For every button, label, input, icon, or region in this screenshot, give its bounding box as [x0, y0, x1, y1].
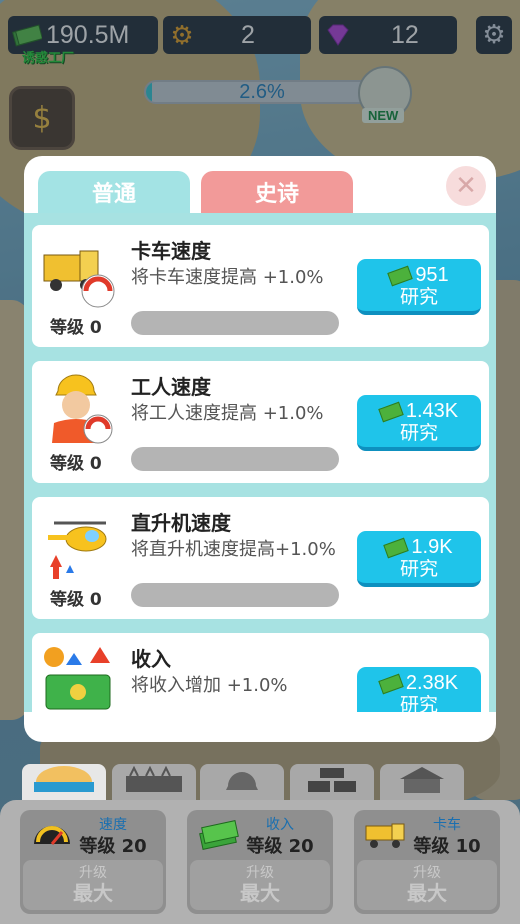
close-icon: ✕ — [455, 171, 477, 201]
cost-value: 2.38K — [405, 672, 459, 694]
upgrade-button-label: 升级 — [413, 865, 441, 881]
level-progress-bar — [131, 447, 339, 471]
card-title: 收入 — [131, 647, 171, 671]
research-card-income: 收入 将收入增加 +1.0% 2.38K 研究 — [32, 633, 489, 712]
upgrade-card-truck: 卡车 等级 10 升级 最大 — [354, 810, 500, 914]
research-card-worker-speed: 等级 0 工人速度 将工人速度提高 +1.0% 1.43K 研究 — [32, 361, 489, 483]
card-description: 将直升机速度提高+1.0% — [131, 539, 336, 560]
level-progress-bar — [131, 583, 339, 607]
cash-icon — [378, 673, 404, 695]
income-icon — [40, 641, 116, 712]
upgrade-button-state: 最大 — [240, 881, 280, 905]
field-icon — [122, 765, 186, 800]
upgrade-level: 等级 10 — [413, 836, 481, 857]
harbor-icon — [32, 766, 96, 800]
bricks-icon — [306, 766, 358, 800]
upgrade-level: 等级 20 — [246, 836, 314, 857]
level-label: 等级 0 — [50, 318, 102, 338]
tab-field[interactable] — [112, 764, 196, 802]
bottom-tab-bar — [0, 764, 520, 804]
level-progress-bar — [131, 311, 339, 335]
card-title: 卡车速度 — [131, 239, 211, 263]
tab-normal[interactable]: 普通 — [38, 171, 190, 213]
upgrade-max-button[interactable]: 升级 最大 — [23, 860, 163, 910]
research-button[interactable]: 951 研究 — [357, 259, 481, 315]
research-button[interactable]: 1.43K 研究 — [357, 395, 481, 451]
research-button[interactable]: 1.9K 研究 — [357, 531, 481, 587]
cost-value: 1.9K — [411, 536, 453, 558]
research-label: 研究 — [399, 559, 438, 580]
upgrade-button-label: 升级 — [246, 865, 274, 881]
upgrade-name: 速度 — [99, 817, 127, 833]
card-title: 直升机速度 — [131, 511, 231, 535]
upgrade-name: 卡车 — [433, 817, 461, 833]
research-card-helicopter-speed: 等级 0 直升机速度 将直升机速度提高+1.0% 1.9K 研究 — [32, 497, 489, 619]
worker-speed-icon — [40, 369, 116, 445]
tab-epic[interactable]: 史诗 — [201, 171, 353, 213]
research-label: 研究 — [399, 287, 438, 308]
upgrade-button-label: 升级 — [79, 865, 107, 881]
level-label: 等级 0 — [50, 590, 102, 610]
research-label: 研究 — [399, 695, 438, 713]
helicopter-speed-icon — [40, 505, 116, 581]
tab-storage[interactable] — [290, 764, 374, 802]
upgrade-card-income: 收入 等级 20 升级 最大 — [187, 810, 333, 914]
cost-value: 1.43K — [405, 400, 459, 422]
tab-workers[interactable] — [200, 764, 284, 802]
research-card-truck-speed: 等级 0 卡车速度 将卡车速度提高 +1.0% 951 研究 — [32, 225, 489, 347]
tab-buildings[interactable] — [380, 764, 464, 802]
upgrade-button-state: 最大 — [73, 881, 113, 905]
cash-icon — [387, 265, 414, 287]
level-label: 等级 0 — [50, 454, 102, 474]
card-title: 工人速度 — [131, 375, 211, 399]
close-button[interactable]: ✕ — [446, 166, 486, 206]
card-description: 将卡车速度提高 +1.0% — [131, 267, 324, 288]
research-label: 研究 — [399, 423, 438, 444]
upgrade-button-state: 最大 — [407, 881, 447, 905]
research-list[interactable]: 等级 0 卡车速度 将卡车速度提高 +1.0% 951 研究 等级 0 工人速度 … — [24, 213, 496, 712]
upgrade-name: 收入 — [266, 817, 294, 833]
card-description: 将工人速度提高 +1.0% — [131, 403, 324, 424]
cost-value: 951 — [415, 264, 449, 286]
research-button[interactable]: 2.38K 研究 — [357, 667, 481, 712]
helmet-icon — [222, 766, 262, 800]
tab-harbor[interactable] — [22, 764, 106, 802]
truck-speed-icon — [40, 233, 116, 309]
house-icon — [396, 765, 448, 801]
cash-icon — [378, 401, 404, 423]
card-description: 将收入增加 +1.0% — [131, 675, 288, 696]
cash-icon — [383, 537, 410, 559]
research-panel: 普通 史诗 ✕ 等级 0 卡车速度 将卡车速度提高 +1.0% 951 研究 等级… — [24, 156, 496, 742]
upgrade-card-speed: 速度 等级 20 升级 最大 — [20, 810, 166, 914]
upgrade-level: 等级 20 — [79, 836, 147, 857]
upgrade-max-button[interactable]: 升级 最大 — [190, 860, 330, 910]
upgrade-max-button[interactable]: 升级 最大 — [357, 860, 497, 910]
